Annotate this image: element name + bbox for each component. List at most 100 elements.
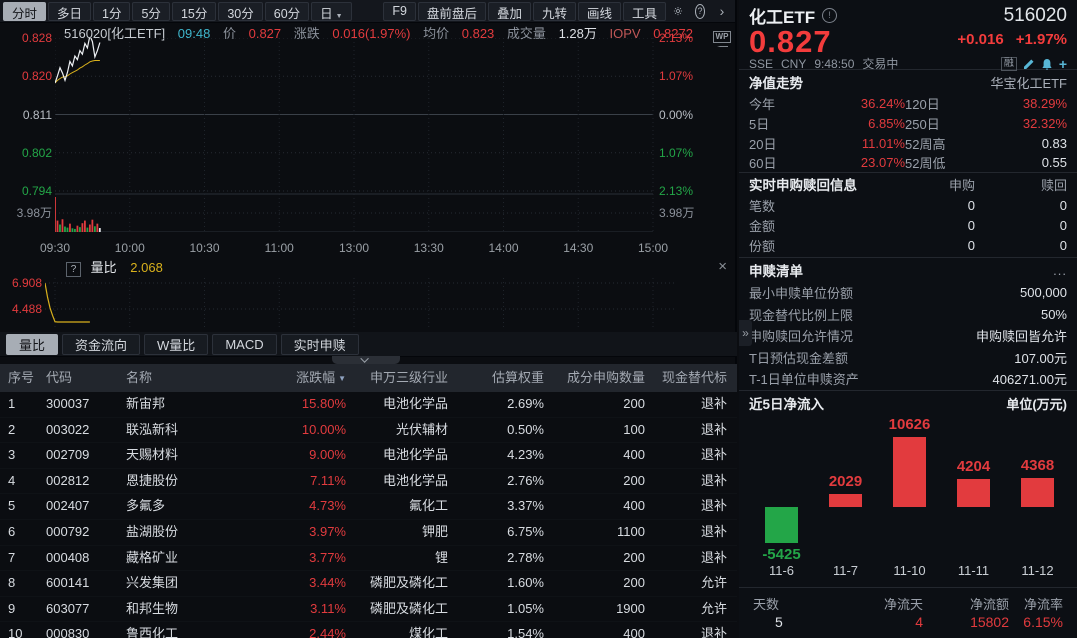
table-cell-code: 600141: [46, 571, 126, 596]
table-cell-chg: 3.44%: [246, 571, 346, 596]
table-cell-industry: 煤化工: [346, 622, 448, 638]
column-header[interactable]: 涨跌幅▼: [246, 364, 346, 392]
table-row[interactable]: 5002407多氟多4.73%氟化工3.37%400退补: [0, 494, 737, 520]
bell-alert-icon[interactable]: [1041, 58, 1053, 70]
table-cell-chg: 10.00%: [246, 418, 346, 443]
x-axis-tick: 13:30: [414, 241, 444, 255]
table-row[interactable]: 2003022联泓新科10.00%光伏辅材0.50%100退补: [0, 418, 737, 444]
y-axis-label-right: 3.98万: [659, 206, 719, 220]
toolbar-button[interactable]: 九转: [533, 2, 576, 21]
table-row[interactable]: 7000408藏格矿业3.77%锂2.78%200退补: [0, 546, 737, 572]
toolbar-button[interactable]: 工具: [623, 2, 666, 21]
toolbar-button[interactable]: 叠加: [488, 2, 531, 21]
flow-date-label: 11-12: [1005, 563, 1070, 578]
table-row[interactable]: 3002709天赐材料9.00%电池化学品4.23%400退补: [0, 443, 737, 469]
y-axis-label-right: 2.13%: [659, 31, 719, 45]
table-cell-code: 002812: [46, 469, 126, 494]
toolbar-expand-chevron-icon[interactable]: ›: [711, 1, 733, 21]
nav-value: 32.32%: [983, 116, 1067, 131]
stat-label: 净流额: [923, 594, 1009, 614]
indicator-tab[interactable]: 实时申赎: [281, 334, 359, 355]
indicator-tab[interactable]: 量比: [6, 334, 58, 355]
x-axis-tick: 14:30: [563, 241, 593, 255]
intraday-chart[interactable]: 516020[化工ETF] 09:48 价 0.827 涨跌 0.016(1.9…: [0, 23, 737, 258]
period-tab[interactable]: 1分: [93, 2, 130, 21]
column-header-label: 现金替代标: [662, 370, 727, 385]
table-cell-weight: 1.60%: [448, 571, 544, 596]
table-cell-name: 兴发集团: [126, 571, 246, 596]
column-header-label: 序号: [8, 370, 34, 385]
indicator-tab[interactable]: 资金流向: [62, 334, 140, 355]
collapse-panel-handle[interactable]: [332, 356, 400, 364]
pcf-label: T-1日单位申赎资产: [749, 369, 859, 388]
table-cell-industry: 光伏辅材: [346, 418, 448, 443]
toolbar-button[interactable]: 盘前盘后: [418, 2, 486, 21]
intraday-plot[interactable]: [55, 38, 655, 232]
table-cell-weight: 1.05%: [448, 597, 544, 622]
table-cell-no: 10: [0, 622, 46, 638]
table-row[interactable]: 4002812恩捷股份7.11%电池化学品2.76%200退补: [0, 469, 737, 495]
nav-value: 36.24%: [809, 96, 905, 111]
volume-ratio-subchart[interactable]: ? 量比 2.068 × 6.908 4.488: [0, 258, 737, 332]
column-header[interactable]: 现金替代标: [645, 364, 737, 392]
x-axis-tick: 10:30: [189, 241, 219, 255]
indicator-tab[interactable]: W量比: [144, 334, 208, 355]
period-tab[interactable]: 分时: [3, 2, 46, 21]
table-row[interactable]: 10000830鲁西化工2.44%煤化工1.54%400退补: [0, 622, 737, 638]
pcf-row: T-1日单位申赎资产406271.00元: [749, 368, 1067, 390]
table-cell-no: 4: [0, 469, 46, 494]
period-tab[interactable]: 15分: [172, 2, 216, 21]
x-axis-tick: 11:00: [265, 241, 294, 255]
realtime-redeem-value: 0: [975, 198, 1067, 213]
indicator-help-icon[interactable]: ?: [66, 262, 81, 277]
more-icon[interactable]: ...: [1053, 263, 1067, 278]
column-header[interactable]: 成分申购数量: [544, 364, 645, 392]
volume-ratio-plot[interactable]: [45, 278, 675, 330]
column-header[interactable]: 序号: [0, 364, 46, 392]
table-row[interactable]: 1300037新宙邦15.80%电池化学品2.69%200退补: [0, 392, 737, 418]
settings-gear-icon[interactable]: [667, 1, 689, 21]
column-header[interactable]: 名称: [126, 364, 246, 392]
table-row[interactable]: 6000792盐湖股份3.97%钾肥6.75%1100退补: [0, 520, 737, 546]
y-axis-label-right: 1.07%: [659, 146, 719, 160]
pcf-value: 107.00元: [1014, 348, 1067, 367]
table-row[interactable]: 8600141兴发集团3.44%磷肥及磷化工1.60%200允许: [0, 571, 737, 597]
flow-date-label: 11-10: [877, 563, 942, 578]
currency-label: CNY: [781, 57, 806, 71]
pencil-edit-icon[interactable]: [1023, 58, 1035, 70]
y-axis-label-right: 2.13%: [659, 184, 719, 198]
period-tab[interactable]: 60分: [265, 2, 309, 21]
column-header[interactable]: 申万三级行业: [346, 364, 448, 392]
period-tab[interactable]: 5分: [132, 2, 169, 21]
realtime-redeem-value: 0: [975, 238, 1067, 253]
info-icon[interactable]: !: [822, 8, 837, 23]
pcf-row: 现金替代比例上限50%: [749, 304, 1067, 326]
expand-panel-handle[interactable]: »: [739, 320, 752, 346]
table-row[interactable]: 9603077和邦生物3.11%磷肥及磷化工1.05%1900允许: [0, 597, 737, 623]
subchart-header: ? 量比 2.068: [66, 259, 163, 277]
table-cell-name: 天赐材料: [126, 443, 246, 468]
table-cell-cash: 退补: [645, 443, 737, 468]
column-header[interactable]: 代码: [46, 364, 126, 392]
table-cell-no: 7: [0, 546, 46, 571]
table-cell-chg: 3.77%: [246, 546, 346, 571]
period-tab[interactable]: 多日: [48, 2, 91, 21]
y-axis-label: 0.820: [0, 69, 52, 83]
table-cell-no: 3: [0, 443, 46, 468]
table-cell-chg: 7.11%: [246, 469, 346, 494]
close-icon[interactable]: ×: [718, 259, 727, 274]
period-tab[interactable]: 日▼: [311, 2, 351, 21]
net-inflow-section: 近5日净流入 单位(万元) -542511-6202911-71062611-1…: [739, 391, 1077, 588]
x-axis-tick: 14:00: [488, 241, 518, 255]
toolbar-button[interactable]: 画线: [578, 2, 621, 21]
column-header[interactable]: 估算权重: [448, 364, 544, 392]
period-tab[interactable]: 30分: [218, 2, 262, 21]
help-icon[interactable]: ?: [689, 1, 711, 21]
nav-performance-row: 今年36.24%120日38.29%: [749, 94, 1067, 114]
fund-name: 华宝化工ETF: [990, 73, 1067, 92]
toolbar-button[interactable]: F9: [383, 2, 416, 21]
indicator-tab[interactable]: MACD: [212, 334, 276, 355]
quote-header: 化工ETF ! 516020 0.827 +0.016 +1.97% SSE C…: [739, 0, 1077, 70]
table-cell-weight: 0.50%: [448, 418, 544, 443]
section-title-realtime: 实时申购赎回信息: [749, 174, 891, 194]
